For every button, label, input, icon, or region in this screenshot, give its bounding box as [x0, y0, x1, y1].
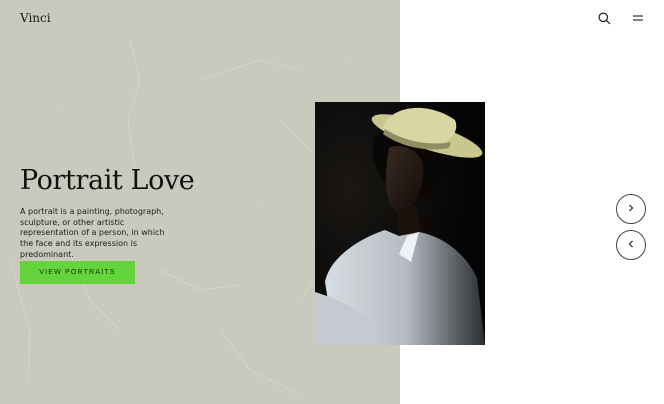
- carousel-next-button[interactable]: [616, 194, 646, 224]
- hero-title: Portrait Love: [20, 165, 195, 196]
- hero-description: A portrait is a painting, photograph, sc…: [20, 207, 165, 259]
- carousel-prev-button[interactable]: [616, 230, 646, 260]
- portrait-image: [315, 102, 485, 345]
- menu-icon[interactable]: [630, 10, 646, 26]
- search-icon[interactable]: [596, 10, 612, 26]
- header-actions: [596, 10, 646, 26]
- chevron-right-icon: [626, 200, 636, 218]
- view-portraits-button[interactable]: VIEW PORTRAITS: [20, 261, 135, 284]
- logo[interactable]: Vinci: [20, 11, 51, 25]
- chevron-left-icon: [626, 236, 636, 254]
